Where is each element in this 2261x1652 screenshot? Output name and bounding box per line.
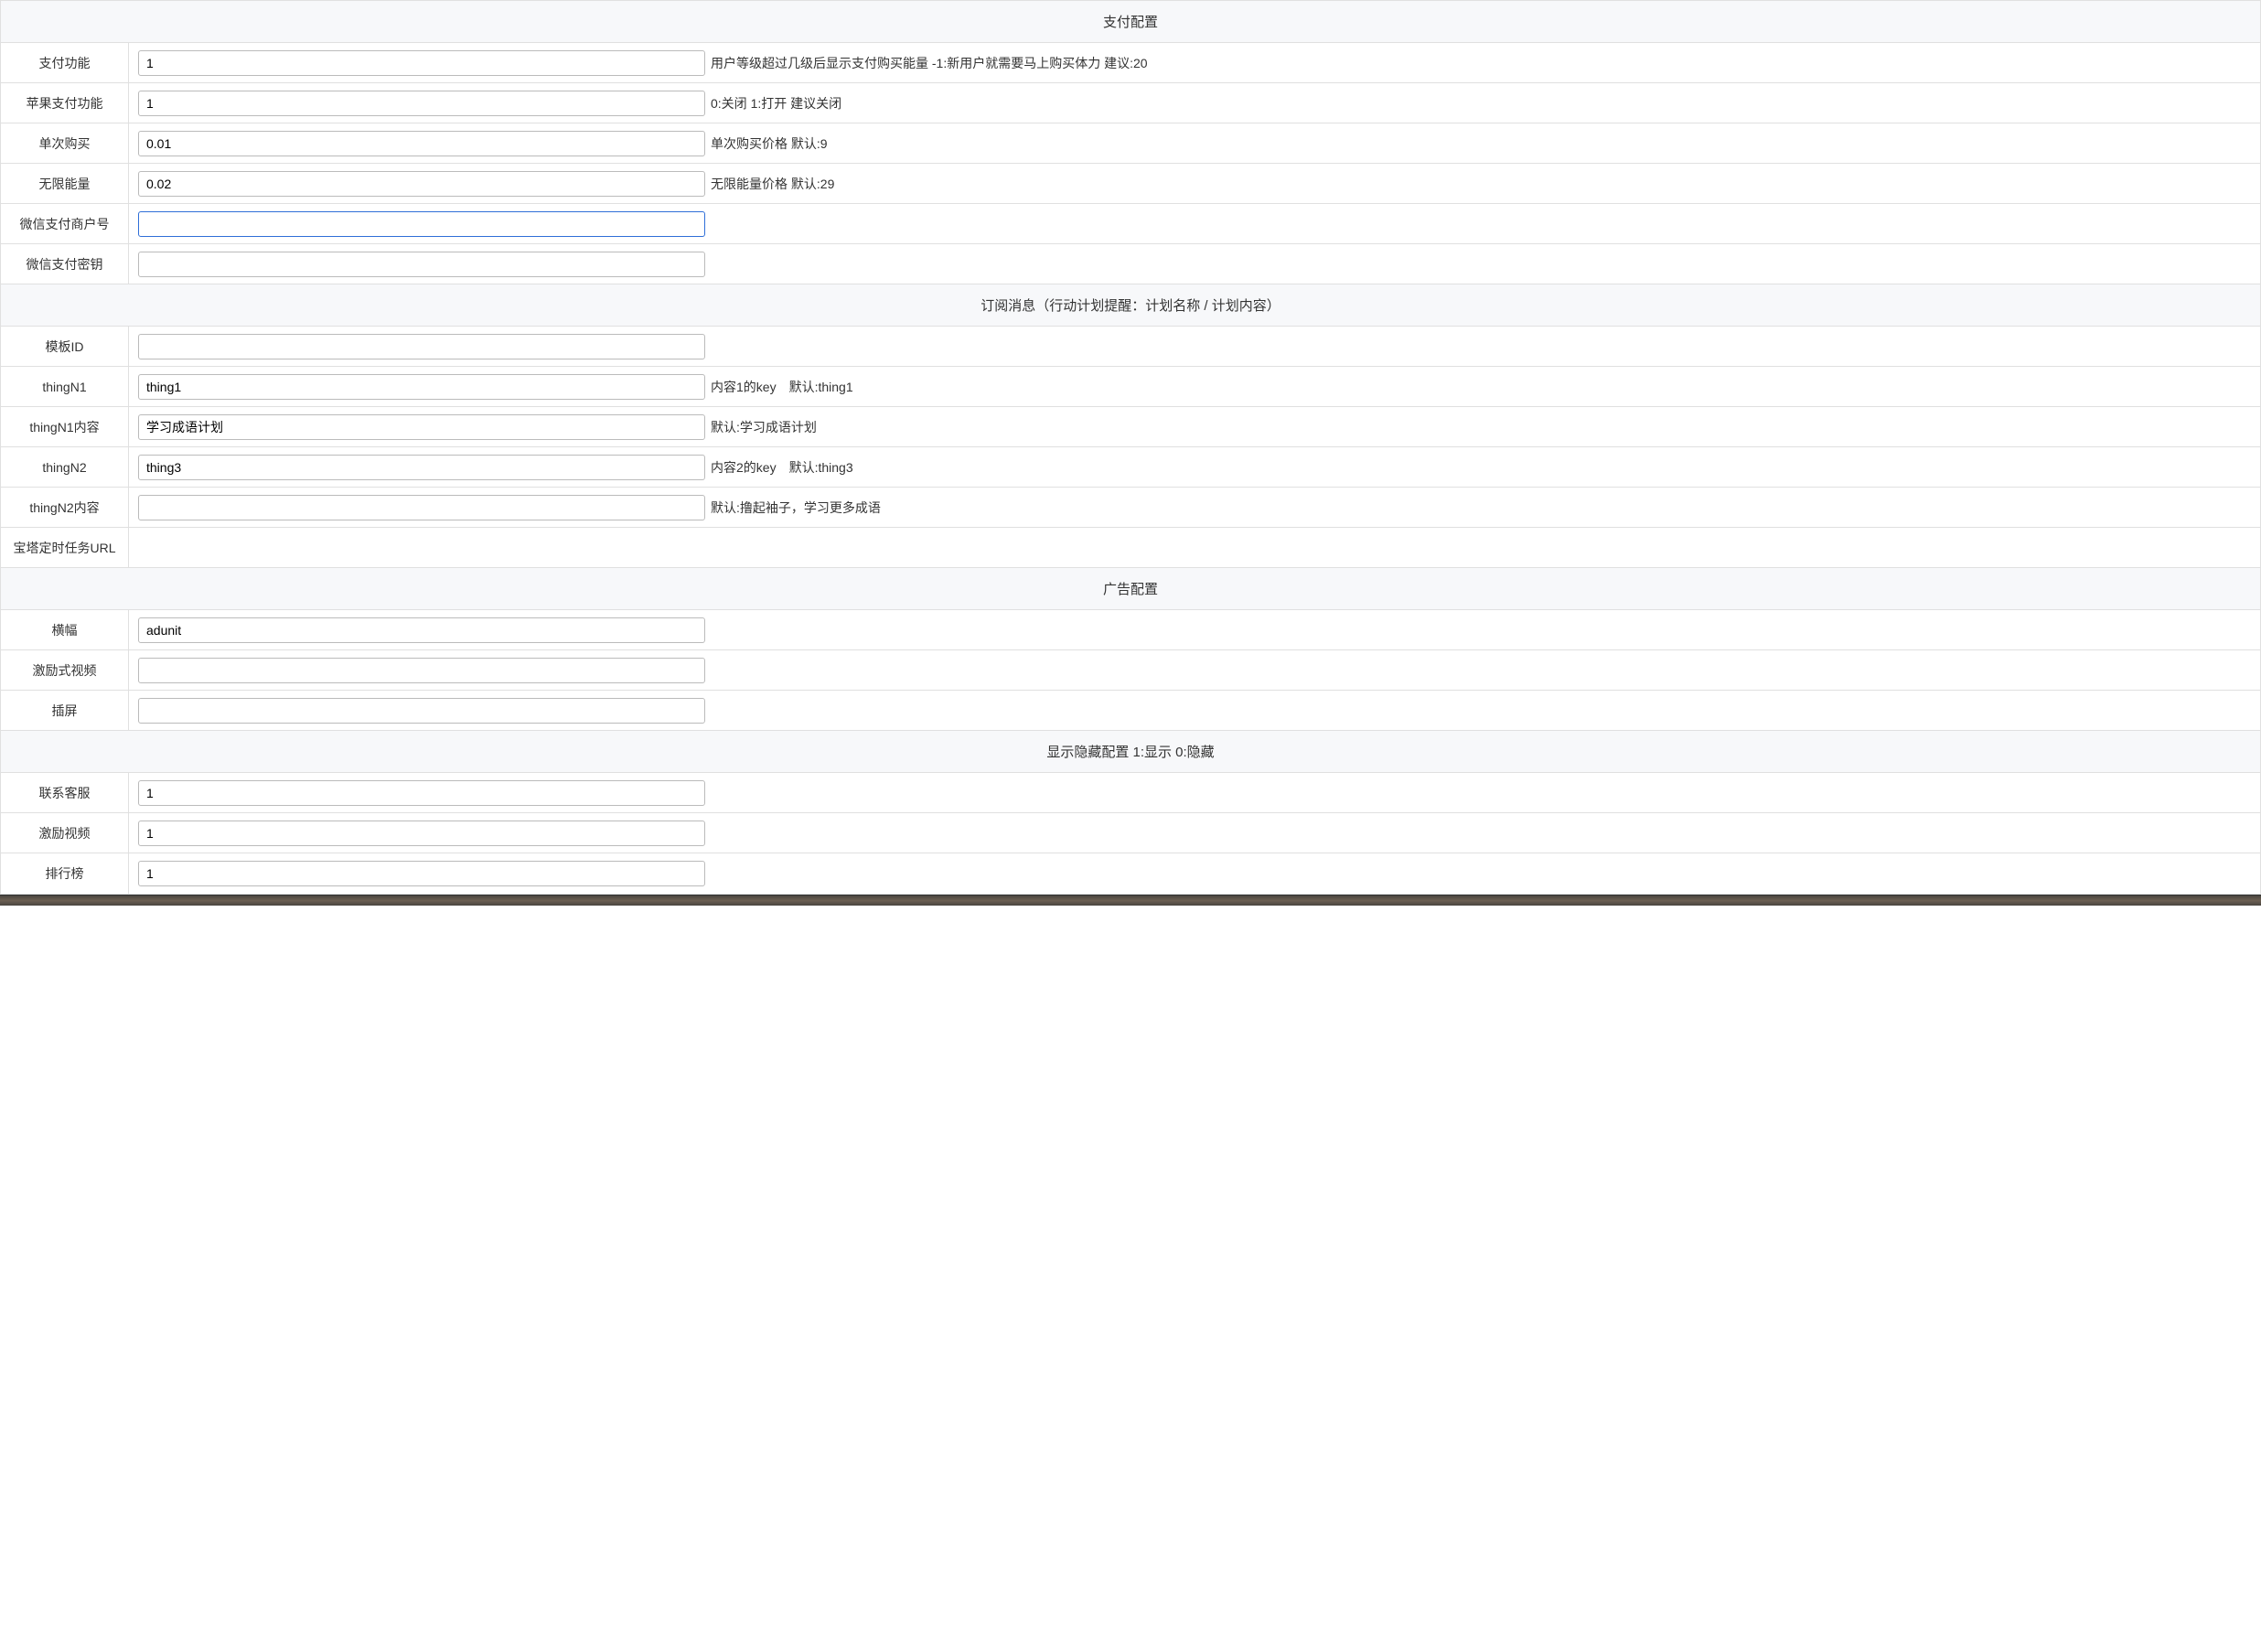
label-thing-n2: thingN2	[1, 447, 129, 487]
hint-thing-n2-content: 默认:撸起袖子，学习更多成语	[711, 499, 881, 517]
row-reward-video: 激励式视频	[1, 650, 2260, 691]
row-wx-secret: 微信支付密钥	[1, 244, 2260, 284]
hint-apple-pay: 0:关闭 1:打开 建议关闭	[711, 94, 841, 113]
input-thing-n2[interactable]	[138, 455, 705, 480]
row-banner: 横幅	[1, 610, 2260, 650]
input-single-buy[interactable]	[138, 131, 705, 156]
row-pay-func: 支付功能 用户等级超过几级后显示支付购买能量 -1:新用户就需要马上购买体力 建…	[1, 43, 2260, 83]
section-header-visibility: 显示隐藏配置 1:显示 0:隐藏	[1, 731, 2260, 773]
hint-single-buy: 单次购买价格 默认:9	[711, 134, 828, 153]
label-reward-vid: 激励视频	[1, 813, 129, 853]
label-pay-func: 支付功能	[1, 43, 129, 82]
input-reward-video[interactable]	[138, 658, 705, 683]
row-interstitial: 插屏	[1, 691, 2260, 731]
label-single-buy: 单次购买	[1, 123, 129, 163]
section-header-ad: 广告配置	[1, 568, 2260, 610]
row-cron-url: 宝塔定时任务URL	[1, 528, 2260, 568]
config-form: 支付配置 支付功能 用户等级超过几级后显示支付购买能量 -1:新用户就需要马上购…	[0, 0, 2261, 895]
row-contact: 联系客服	[1, 773, 2260, 813]
input-contact[interactable]	[138, 780, 705, 806]
row-ranking: 排行榜	[1, 853, 2260, 894]
input-reward-vid[interactable]	[138, 821, 705, 846]
input-thing-n2-content[interactable]	[138, 495, 705, 520]
label-wx-secret: 微信支付密钥	[1, 244, 129, 284]
input-ranking[interactable]	[138, 861, 705, 886]
label-interstitial: 插屏	[1, 691, 129, 730]
input-pay-func[interactable]	[138, 50, 705, 76]
input-wx-merchant[interactable]	[138, 211, 705, 237]
row-thing-n1-content: thingN1内容 默认:学习成语计划	[1, 407, 2260, 447]
row-template-id: 模板ID	[1, 327, 2260, 367]
input-thing-n1[interactable]	[138, 374, 705, 400]
row-thing-n1: thingN1 内容1的key 默认:thing1	[1, 367, 2260, 407]
hint-unlimited-energy: 无限能量价格 默认:29	[711, 175, 834, 193]
label-thing-n1-content: thingN1内容	[1, 407, 129, 446]
input-apple-pay[interactable]	[138, 91, 705, 116]
hint-thing-n1-content: 默认:学习成语计划	[711, 418, 817, 436]
input-template-id[interactable]	[138, 334, 705, 359]
label-banner: 横幅	[1, 610, 129, 649]
label-wx-merchant: 微信支付商户号	[1, 204, 129, 243]
input-wx-secret[interactable]	[138, 252, 705, 277]
label-template-id: 模板ID	[1, 327, 129, 366]
label-reward-video: 激励式视频	[1, 650, 129, 690]
row-wx-merchant: 微信支付商户号	[1, 204, 2260, 244]
input-interstitial[interactable]	[138, 698, 705, 724]
hint-pay-func: 用户等级超过几级后显示支付购买能量 -1:新用户就需要马上购买体力 建议:20	[711, 54, 1148, 72]
hint-thing-n2: 内容2的key 默认:thing3	[711, 458, 853, 477]
bottom-bar	[0, 895, 2261, 906]
row-thing-n2: thingN2 内容2的key 默认:thing3	[1, 447, 2260, 488]
row-reward-vid: 激励视频	[1, 813, 2260, 853]
hint-thing-n1: 内容1的key 默认:thing1	[711, 378, 853, 396]
label-apple-pay: 苹果支付功能	[1, 83, 129, 123]
label-cron-url: 宝塔定时任务URL	[1, 528, 129, 567]
row-single-buy: 单次购买 单次购买价格 默认:9	[1, 123, 2260, 164]
section-header-subscribe: 订阅消息（行动计划提醒：计划名称 / 计划内容）	[1, 284, 2260, 327]
row-unlimited-energy: 无限能量 无限能量价格 默认:29	[1, 164, 2260, 204]
label-thing-n1: thingN1	[1, 367, 129, 406]
input-banner[interactable]	[138, 617, 705, 643]
label-ranking: 排行榜	[1, 853, 129, 894]
row-thing-n2-content: thingN2内容 默认:撸起袖子，学习更多成语	[1, 488, 2260, 528]
input-thing-n1-content[interactable]	[138, 414, 705, 440]
label-contact: 联系客服	[1, 773, 129, 812]
section-header-payment: 支付配置	[1, 1, 2260, 43]
input-unlimited-energy[interactable]	[138, 171, 705, 197]
row-apple-pay: 苹果支付功能 0:关闭 1:打开 建议关闭	[1, 83, 2260, 123]
label-thing-n2-content: thingN2内容	[1, 488, 129, 527]
label-unlimited-energy: 无限能量	[1, 164, 129, 203]
